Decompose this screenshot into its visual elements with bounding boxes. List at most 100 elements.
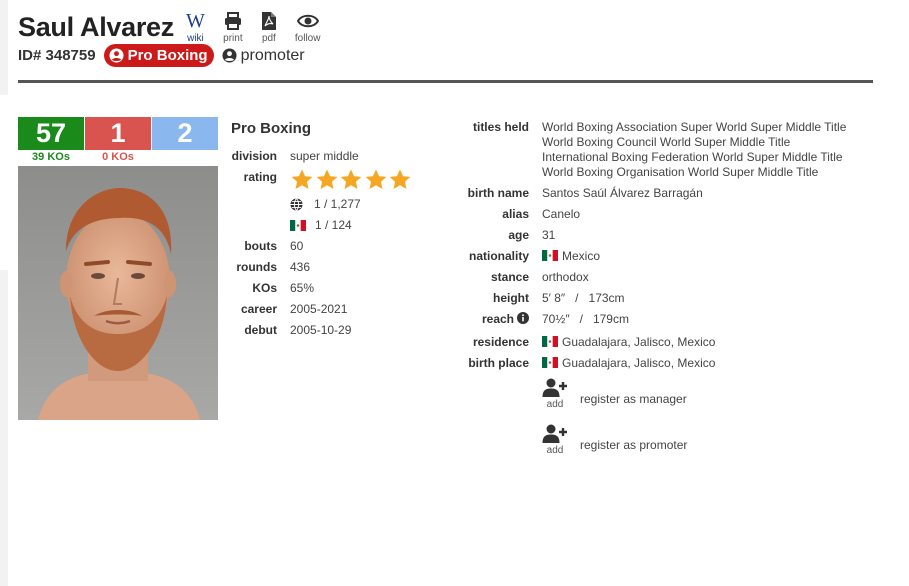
profile-subline: ID# 348759 Pro Boxing promoter — [18, 44, 305, 67]
world-rank-row: 1 / 1,277 — [231, 197, 361, 218]
birth-name-value: Santos Saúl Álvarez Barragán — [542, 186, 703, 200]
kos-value: 65% — [290, 281, 315, 295]
pdf-button[interactable]: pdf — [261, 10, 277, 44]
career-label: career — [240, 302, 277, 316]
wiki-link[interactable]: W wiki — [186, 9, 205, 45]
title-item[interactable]: World Boxing Organisation World Super Mi… — [542, 165, 846, 180]
height-value: 5′ 8″ / 173cm — [542, 291, 625, 305]
wiki-label: wiki — [187, 33, 204, 44]
page-edge — [0, 0, 8, 586]
titles-label: titles held — [472, 120, 529, 134]
boxer-id: ID# 348759 — [18, 47, 96, 64]
alias-value: Canelo — [542, 207, 581, 221]
birth-name-label: birth name — [467, 186, 529, 200]
rating-stars — [290, 168, 413, 192]
rating-row: rating — [231, 169, 411, 197]
nationality-text: Mexico — [562, 249, 601, 263]
rounds-value: 436 — [290, 260, 311, 274]
bouts-label: bouts — [244, 239, 277, 253]
pdf-icon — [261, 10, 277, 32]
reach-label: reach — [481, 312, 514, 326]
title-item[interactable]: World Boxing Council World Super Middle … — [542, 135, 846, 150]
residence-value[interactable]: Guadalajara, Jalisco, Mexico — [542, 335, 715, 350]
residence-label: residence — [472, 335, 529, 349]
boxer-name: Saul Alvarez — [18, 12, 174, 42]
fight-record: 57 1 2 39 KOs 0 KOs — [18, 117, 218, 165]
pro-boxing-badge[interactable]: Pro Boxing — [103, 44, 214, 67]
register-manager-label: register as manager — [580, 392, 687, 406]
alias-label: alias — [502, 207, 529, 221]
mexico-flag-icon — [290, 219, 306, 231]
draws-count[interactable]: 2 — [152, 117, 218, 150]
badge-label: Pro Boxing — [127, 47, 208, 64]
info-icon[interactable] — [517, 312, 529, 324]
register-promoter-action[interactable]: add register as promoter — [542, 424, 687, 456]
nationality-label: nationality — [468, 249, 529, 263]
birth-place-text: Guadalajara, Jalisco, Mexico — [562, 356, 716, 370]
birth-place-label: birth place — [468, 356, 529, 370]
user-plus-icon — [542, 424, 567, 443]
star-icon — [291, 169, 313, 189]
career-value: 2005-2021 — [290, 302, 348, 316]
reach-label-wrap: reach — [440, 312, 529, 327]
header-divider — [18, 80, 873, 83]
star-icon — [316, 169, 337, 189]
print-button[interactable]: print — [223, 10, 243, 44]
division-label: division — [231, 149, 277, 163]
user-plus-icon — [542, 378, 567, 397]
world-rank-value[interactable]: 1 / 1,277 — [314, 197, 361, 211]
wins-ko-count: 39 KOs — [32, 151, 70, 163]
promoter-label: promoter — [240, 46, 305, 64]
nationality-value[interactable]: Mexico — [542, 249, 600, 264]
bouts-row: bouts 60 — [231, 239, 311, 260]
reach-value: 70½″ / 179cm — [542, 312, 629, 326]
bouts-value: 60 — [290, 239, 304, 253]
follow-button[interactable]: follow — [295, 10, 320, 44]
register-promoter-label: register as promoter — [580, 438, 688, 452]
height-label: height — [493, 291, 529, 305]
age-label: age — [508, 228, 529, 242]
stance-value: orthodox — [542, 270, 589, 284]
profile-actions: W wiki print pdf follow — [186, 9, 338, 45]
losses-ko-count: 0 KOs — [102, 151, 134, 163]
summary-title: Pro Boxing — [231, 120, 312, 137]
kos-row: KOs 65% — [231, 281, 315, 302]
mexico-flag-icon — [542, 357, 558, 368]
age-value: 31 — [542, 228, 556, 242]
kos-label: KOs — [252, 281, 277, 295]
rounds-label: rounds — [236, 260, 277, 274]
star-icon — [340, 169, 362, 189]
pro-boxing-summary: Pro Boxing division super middle rating … — [231, 120, 411, 344]
pdf-label: pdf — [261, 33, 276, 44]
division-row: division super middle — [231, 149, 359, 170]
division-value[interactable]: super middle — [290, 149, 359, 163]
birth-place-value[interactable]: Guadalajara, Jalisco, Mexico — [542, 356, 715, 371]
add-label: add — [546, 445, 564, 456]
stance-label: stance — [490, 270, 529, 284]
rating-label: rating — [243, 170, 277, 184]
title-item[interactable]: World Boxing Association Super World Sup… — [542, 120, 846, 135]
rounds-row: rounds 436 — [231, 260, 311, 281]
country-rank-value[interactable]: 1 / 124 — [315, 218, 352, 232]
print-icon — [223, 10, 243, 32]
boxer-photo — [18, 166, 218, 420]
eye-icon — [296, 10, 319, 32]
debut-label: debut — [244, 323, 277, 337]
print-label: print — [223, 33, 243, 44]
titles-list: World Boxing Association Super World Sup… — [542, 120, 846, 180]
title-item[interactable]: International Boxing Federation World Su… — [542, 150, 846, 165]
mexico-flag-icon — [542, 336, 558, 347]
debut-value[interactable]: 2005-10-29 — [290, 323, 351, 337]
globe-icon — [290, 197, 303, 211]
residence-text: Guadalajara, Jalisco, Mexico — [562, 335, 716, 349]
losses-count[interactable]: 1 — [85, 117, 151, 150]
country-rank-row: 1 / 124 — [231, 218, 352, 239]
career-row: career 2005-2021 — [231, 302, 347, 323]
wins-count[interactable]: 57 — [18, 117, 84, 150]
promoter-role[interactable]: promoter — [222, 47, 305, 65]
star-icon — [365, 169, 386, 189]
user-circle-icon — [109, 48, 124, 63]
add-label: add — [546, 399, 564, 410]
register-manager-action[interactable]: add register as manager — [542, 378, 687, 410]
wikipedia-icon: W — [186, 9, 205, 32]
